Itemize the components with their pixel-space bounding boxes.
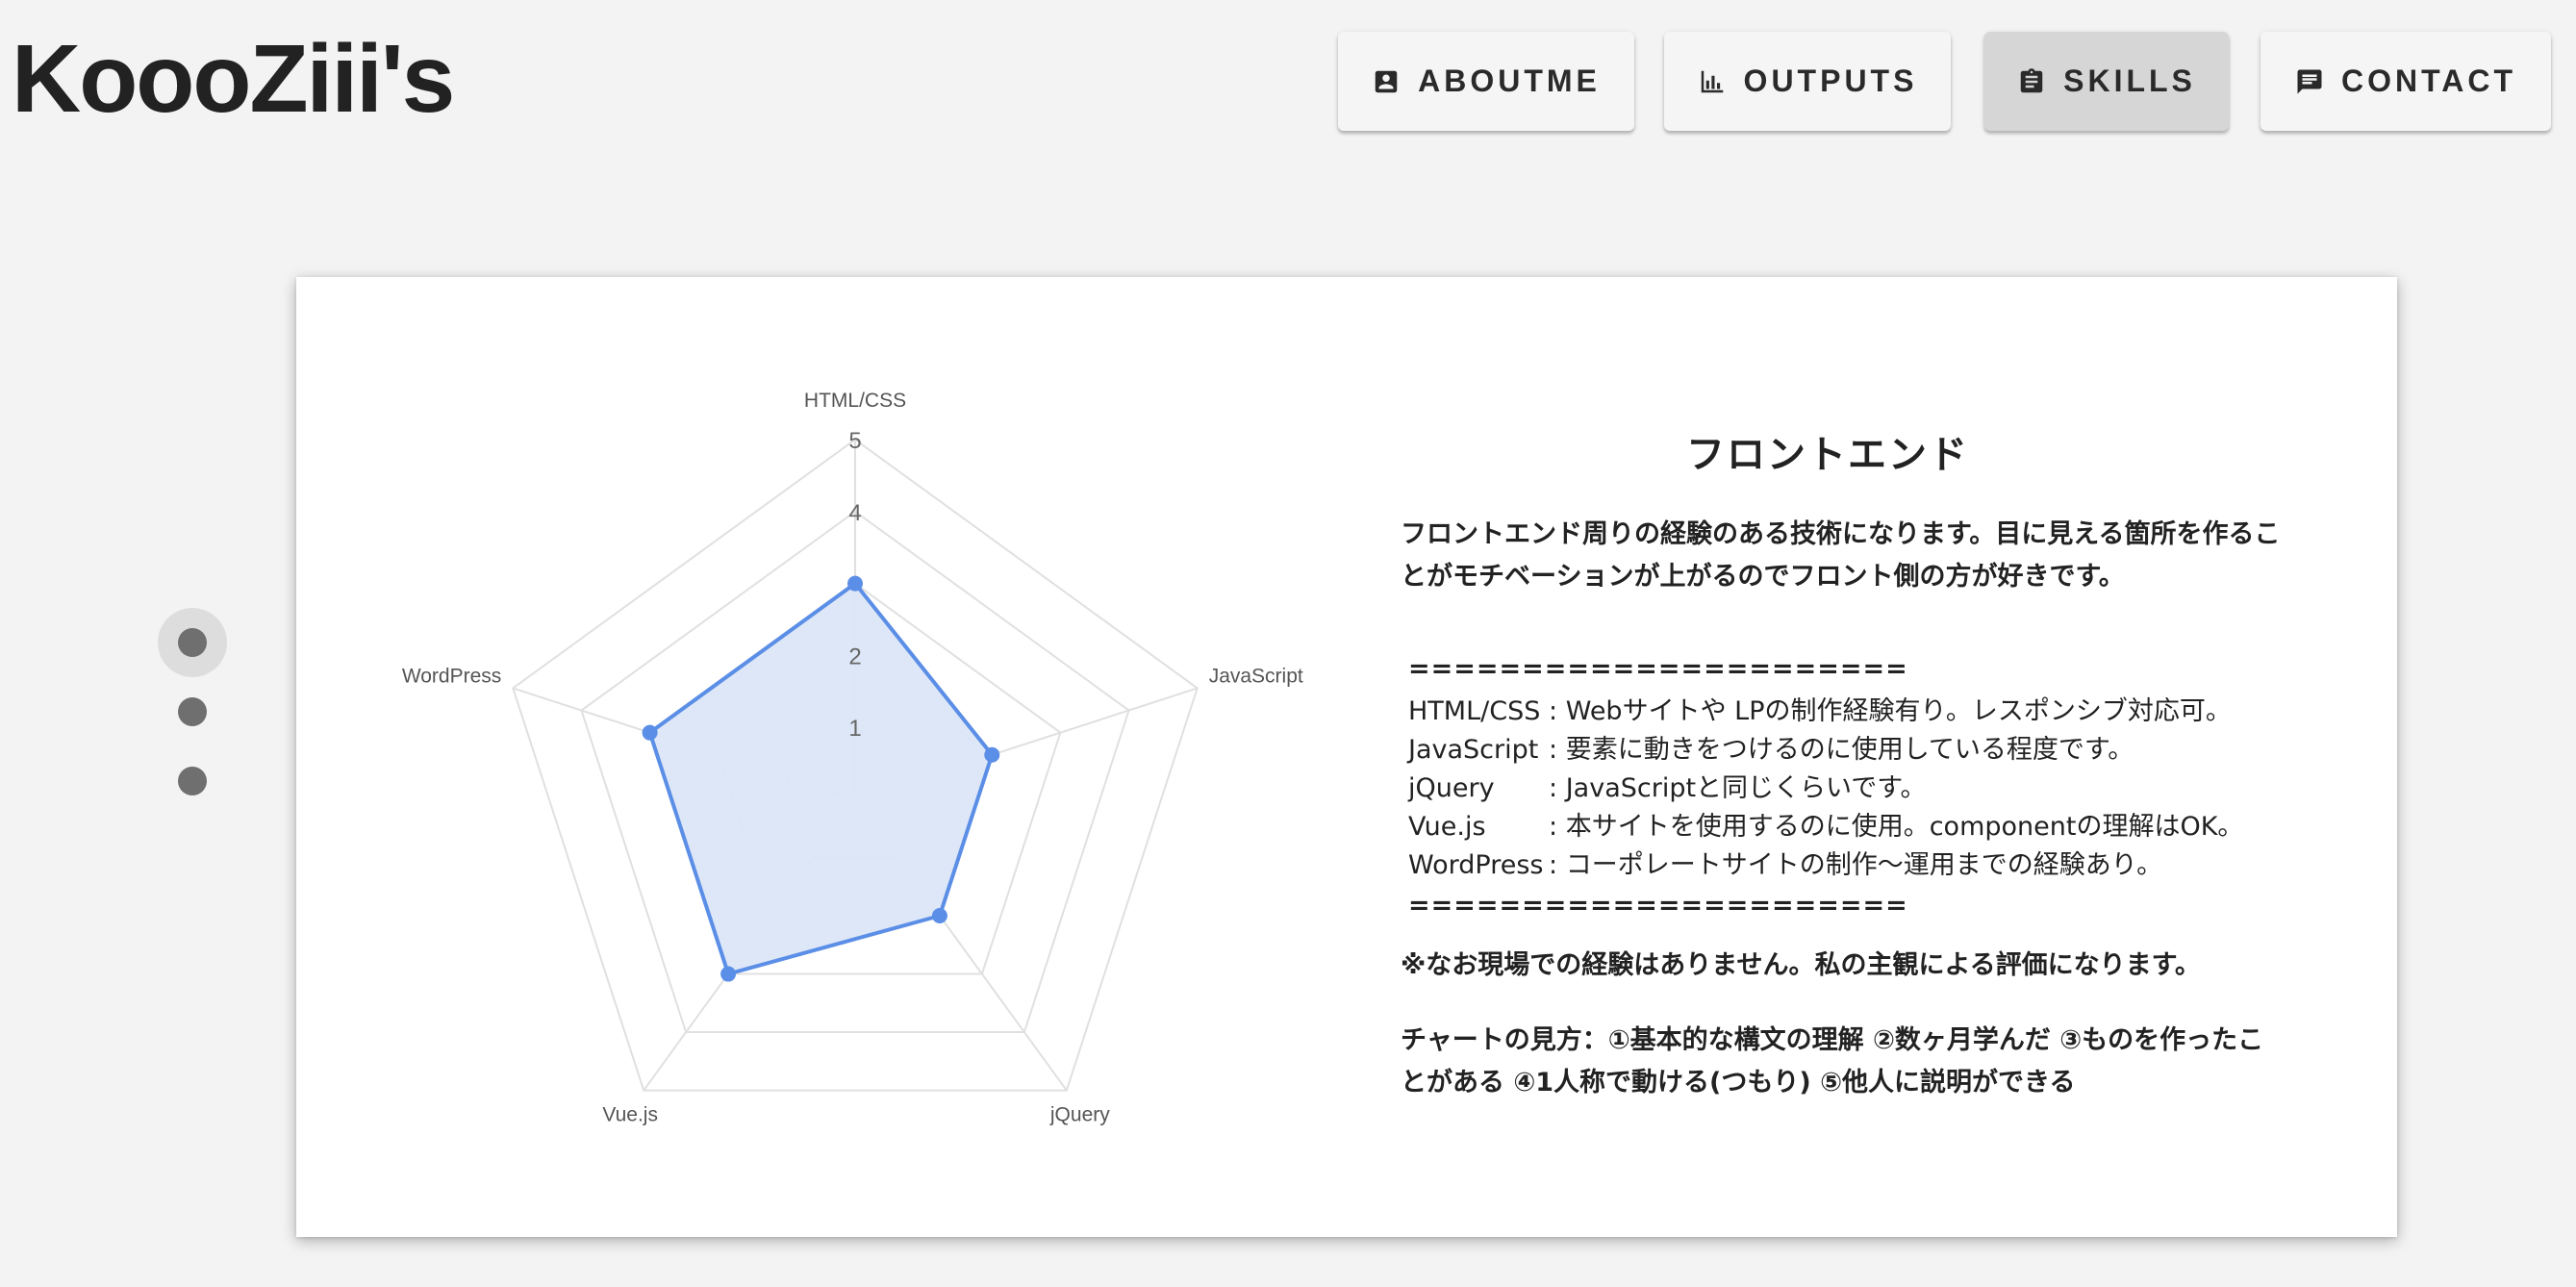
radar-axis-label: HTML/CSS [804, 390, 906, 412]
skill-sep: : [1549, 812, 1558, 842]
separator-bottom: ====================== [1408, 891, 1908, 921]
skill-name: Vue.js [1408, 812, 1486, 842]
skill-text: 本サイトを使用するのに使用。componentの理解はOK。 [1565, 812, 2244, 842]
skill-text: コーポレートサイトの制作〜運用までの経験あり。 [1565, 850, 2163, 880]
chart-legend-text: チャートの見方：①基本的な構文の理解 ②数ヶ月学んだ ③ものを作ったことがある … [1401, 1025, 2264, 1098]
skill-name: jQuery [1408, 773, 1495, 803]
radar-axis-label: jQuery [1049, 1104, 1110, 1126]
radar-tick-label: 4 [848, 500, 861, 526]
radar-axis-label: JavaScript [1209, 665, 1303, 687]
skill-name: JavaScript [1408, 735, 1539, 765]
skill-sep: : [1549, 850, 1558, 880]
skill-text: Webサイトや LPの制作経験有り。レスポンシブ対応可。 [1565, 696, 2232, 726]
radar-tick-label: 5 [848, 428, 861, 454]
skill-detail-row: jQuery: JavaScriptと同じくらいです。 [1408, 770, 1927, 808]
skill-sep: : [1549, 735, 1558, 765]
separator-top: ====================== [1408, 654, 1908, 684]
radar-point[interactable] [642, 724, 658, 741]
skill-name: HTML/CSS [1408, 696, 1541, 726]
radar-tick-label: 1 [848, 716, 861, 742]
radar-axis-label: WordPress [402, 665, 501, 687]
radar-point[interactable] [847, 575, 863, 592]
skill-sep: : [1549, 773, 1558, 803]
skill-text: 要素に動きをつけるのに使用している程度です。 [1565, 735, 2134, 765]
skill-detail-row: WordPress: コーポレートサイトの制作〜運用までの経験あり。 [1408, 846, 2162, 885]
skill-detail-row: JavaScript: 要素に動きをつけるのに使用している程度です。 [1408, 731, 2134, 770]
skill-name: WordPress [1408, 850, 1544, 880]
note-text: ※なお現場での経験はありません。私の主観による評価になります。 [1401, 950, 2201, 980]
panel-title: フロントエンド [1686, 433, 1969, 477]
intro-text: フロントエンド周りの経験のある技術になります。目に見える箇所を作ることがモチベー… [1401, 519, 2281, 592]
radar-series [642, 575, 1000, 982]
radar-point[interactable] [720, 966, 737, 982]
skill-detail-row: HTML/CSS: Webサイトや LPの制作経験有り。レスポンシブ対応可。 [1408, 693, 2232, 731]
skill-detail-row: Vue.js: 本サイトを使用するのに使用。componentの理解はOK。 [1408, 808, 2243, 846]
skill-text: JavaScriptと同じくらいです。 [1565, 773, 1927, 803]
skill-sep: : [1549, 696, 1558, 726]
radar-point[interactable] [931, 908, 947, 924]
radar-point[interactable] [984, 746, 1000, 763]
radar-axis-label: Vue.js [602, 1104, 658, 1126]
radar-tick-label: 2 [848, 644, 861, 669]
